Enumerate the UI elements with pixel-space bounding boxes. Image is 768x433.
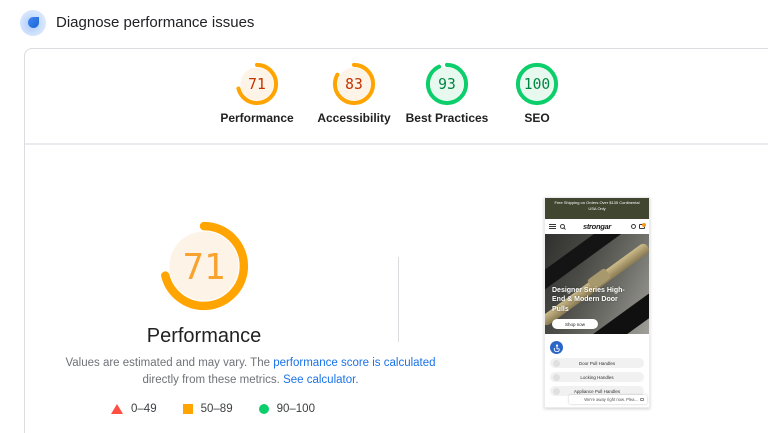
gauge-needle-icon bbox=[28, 17, 39, 28]
legend-range: 0–49 bbox=[131, 403, 157, 415]
performance-score-link[interactable]: performance score is calculated bbox=[273, 357, 435, 369]
gauge-label: Performance bbox=[220, 111, 293, 125]
category-row: Door Pull Handles bbox=[550, 358, 644, 368]
legend-item-fail: 0–49 bbox=[111, 403, 157, 415]
best-practices-gauge: 93 bbox=[425, 62, 469, 106]
category-thumbnail bbox=[553, 374, 560, 381]
legend-range: 50–89 bbox=[201, 403, 233, 415]
svg-text:83: 83 bbox=[345, 76, 363, 93]
svg-text:71: 71 bbox=[248, 76, 266, 93]
category-label: Locking Handles bbox=[580, 375, 613, 380]
score-legend: 0–49 50–89 90–100 bbox=[48, 403, 378, 415]
category-thumbnail bbox=[553, 360, 560, 367]
category-label: Appliance Pull Handles bbox=[574, 389, 620, 394]
screenshot-site-header: strongar bbox=[545, 219, 649, 234]
category-thumbnail bbox=[553, 388, 560, 395]
pass-circle-icon bbox=[259, 404, 269, 414]
category-label: Door Pull Handles bbox=[579, 361, 615, 366]
legend-item-pass: 90–100 bbox=[259, 403, 315, 415]
gauge-label: SEO bbox=[524, 111, 549, 125]
performance-gauge: 71 bbox=[235, 62, 279, 106]
fail-triangle-icon bbox=[111, 404, 123, 414]
score-gauge-accessibility[interactable]: 83 Accessibility bbox=[304, 62, 404, 125]
hero-product-image: Designer Series High-End & Modern Door P… bbox=[545, 234, 649, 334]
score-gauge-seo[interactable]: 100 SEO bbox=[487, 62, 587, 125]
cart-badge bbox=[642, 223, 646, 227]
page-screenshot-thumbnail: Free Shipping on Orders Over $135 Contin… bbox=[544, 197, 650, 408]
legend-item-average: 50–89 bbox=[183, 403, 233, 415]
category-row: Locking Handles bbox=[550, 372, 644, 382]
accessibility-widget-icon bbox=[550, 341, 563, 354]
chat-widget-bar: We're away right now. Plea... bbox=[569, 395, 647, 404]
screenshot-promo-banner: Free Shipping on Orders Over $135 Contin… bbox=[545, 198, 649, 219]
category-list: Door Pull Handles Locking Handles Applia… bbox=[550, 358, 644, 400]
performance-section-title: Performance bbox=[104, 325, 304, 348]
report-page: Diagnose performance issues 71 Performan… bbox=[0, 0, 768, 433]
chat-status-text: We're away right now. Plea... bbox=[584, 397, 638, 402]
score-gauge-performance[interactable]: 71 Performance bbox=[207, 62, 307, 125]
chat-bubble-icon bbox=[640, 398, 644, 401]
shop-now-button: Shop now bbox=[552, 319, 598, 329]
seo-gauge: 100 bbox=[515, 62, 559, 106]
accessibility-gauge: 83 bbox=[332, 62, 376, 106]
performance-gauge-large: 71 bbox=[158, 220, 250, 312]
svg-text:71: 71 bbox=[183, 247, 225, 288]
svg-text:100: 100 bbox=[524, 76, 550, 93]
average-square-icon bbox=[183, 404, 193, 414]
site-logo: strongar bbox=[545, 222, 649, 231]
vertical-divider bbox=[398, 257, 399, 342]
gauge-label: Best Practices bbox=[406, 111, 489, 125]
legend-range: 90–100 bbox=[277, 403, 315, 415]
page-title: Diagnose performance issues bbox=[56, 14, 254, 31]
performance-description: Values are estimated and may vary. The p… bbox=[48, 355, 453, 389]
cart-icon bbox=[639, 224, 645, 229]
description-text: Values are estimated and may vary. The bbox=[65, 357, 273, 369]
score-gauge-best-practices[interactable]: 93 Best Practices bbox=[397, 62, 497, 125]
svg-text:93: 93 bbox=[438, 76, 456, 93]
description-text: directly from these metrics. bbox=[142, 374, 283, 386]
gauge-label: Accessibility bbox=[317, 111, 390, 125]
section-divider bbox=[25, 143, 768, 145]
hero-title: Designer Series High-End & Modern Door P… bbox=[552, 286, 628, 314]
pagespeed-gauge-icon bbox=[20, 10, 46, 36]
see-calculator-link[interactable]: See calculator. bbox=[283, 374, 358, 386]
